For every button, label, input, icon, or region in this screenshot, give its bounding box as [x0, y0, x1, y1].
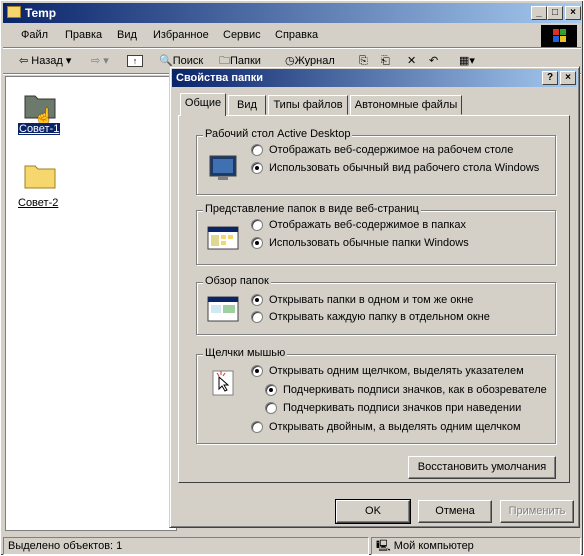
- cancel-button[interactable]: Отмена: [418, 500, 492, 523]
- radio-desktop-classic[interactable]: [251, 162, 263, 174]
- file-item-sovet-2[interactable]: Совет-2: [16, 161, 76, 217]
- folder-icon: [7, 6, 21, 18]
- dialog-title-bar[interactable]: Свойства папки: [172, 69, 577, 87]
- radio-double-click[interactable]: [251, 421, 263, 433]
- forward-button[interactable]: ⇨ ▾: [91, 51, 109, 71]
- maximize-button[interactable]: □: [547, 6, 563, 20]
- status-selected: Выделено объектов: 1: [3, 537, 369, 555]
- radio-desktop-web[interactable]: [251, 144, 263, 156]
- menu-favorites[interactable]: Избранное: [149, 26, 213, 44]
- radio-separate-window[interactable]: [251, 311, 263, 323]
- status-location: 🖳 Мой компьютер: [371, 537, 581, 555]
- menu-file[interactable]: Файл: [17, 26, 52, 44]
- file-label: Совет-1: [18, 123, 61, 135]
- browse-window-icon: [207, 295, 239, 323]
- folder-options-dialog: Свойства папки ? × Общие Вид Типы файлов…: [169, 66, 580, 528]
- option-label: Открывать каждую папку в отдельном окне: [269, 311, 490, 323]
- tab-panel-general: Рабочий стол Active Desktop Отображать в…: [178, 115, 570, 483]
- computer-icon: 🖳: [376, 540, 394, 552]
- menu-help[interactable]: Справка: [271, 26, 322, 44]
- back-button[interactable]: ⇦ Назад ▾: [19, 51, 71, 71]
- radio-underline-hover[interactable]: [265, 402, 277, 414]
- minimize-button[interactable]: _: [531, 6, 547, 20]
- radio-underline-always[interactable]: [265, 384, 277, 396]
- back-arrow-icon: ⇦: [19, 55, 32, 67]
- menu-tools[interactable]: Сервис: [219, 26, 265, 44]
- web-folder-icon: [207, 225, 239, 253]
- option-label: Открывать двойным, а выделять одним щелч…: [269, 421, 521, 433]
- option-label: Отображать веб-содержимое на рабочем сто…: [269, 144, 514, 156]
- group-title: Рабочий стол Active Desktop: [203, 128, 353, 141]
- status-bar: Выделено объектов: 1 🖳 Мой компьютер: [3, 537, 583, 555]
- radio-web-content-folders[interactable]: [251, 219, 263, 231]
- option-label: Подчеркивать подписи значков, как в обоз…: [283, 384, 547, 396]
- tab-view[interactable]: Вид: [228, 95, 266, 115]
- apply-button[interactable]: Применить: [500, 500, 574, 523]
- tab-file-types[interactable]: Типы файлов: [268, 95, 348, 115]
- option-label: Использовать обычный вид рабочего стола …: [269, 162, 540, 174]
- option-label: Открывать одним щелчком, выделять указат…: [269, 365, 524, 377]
- dialog-close-button[interactable]: ×: [560, 71, 576, 85]
- group-title: Щелчки мышью: [203, 347, 288, 360]
- folder-icon: [24, 161, 56, 189]
- group-mouse-clicks: Щелчки мышью Открывать одним щелчком, вы…: [196, 347, 556, 444]
- desktop-monitor-icon: [207, 154, 239, 182]
- restore-defaults-button[interactable]: Восстановить умолчания: [408, 456, 556, 479]
- group-title: Обзор папок: [203, 275, 271, 288]
- group-active-desktop: Рабочий стол Active Desktop Отображать в…: [196, 128, 556, 195]
- option-label: Открывать папки в одном и том же окне: [269, 294, 474, 306]
- file-list-pane[interactable]: ☝ Совет-1 Совет-2: [5, 76, 177, 531]
- option-label: Использовать обычные папки Windows: [269, 237, 469, 249]
- file-label: Совет-2: [18, 197, 59, 209]
- help-button[interactable]: ?: [542, 71, 558, 85]
- file-item-sovet-1[interactable]: ☝ Совет-1: [16, 85, 76, 145]
- menu-edit[interactable]: Правка: [61, 26, 106, 44]
- option-label: Подчеркивать подписи значков при наведен…: [283, 402, 522, 414]
- tab-offline-files[interactable]: Автономные файлы: [350, 95, 462, 115]
- radio-same-window[interactable]: [251, 294, 263, 306]
- group-title: Представление папок в виде веб-страниц: [203, 203, 421, 216]
- group-web-view: Представление папок в виде веб-страниц О…: [196, 203, 556, 265]
- menubar-divider: [3, 47, 581, 49]
- menu-view[interactable]: Вид: [113, 26, 141, 44]
- radio-single-click[interactable]: [251, 365, 263, 377]
- radio-classic-folders[interactable]: [251, 237, 263, 249]
- dialog-title: Свойства папки: [176, 72, 264, 84]
- up-folder-icon[interactable]: ↑: [127, 51, 143, 71]
- close-button[interactable]: ×: [565, 6, 581, 20]
- tab-general[interactable]: Общие: [180, 93, 226, 116]
- group-browse-folders: Обзор папок Открывать папки в одном и то…: [196, 275, 556, 335]
- option-label: Отображать веб-содержимое в папках: [269, 219, 466, 231]
- explorer-title-bar[interactable]: Temp: [3, 3, 581, 23]
- windows-logo-icon: [541, 25, 577, 47]
- ok-button[interactable]: OK: [335, 499, 411, 524]
- explorer-title: Temp: [25, 6, 57, 20]
- mouse-click-icon: [207, 367, 239, 396]
